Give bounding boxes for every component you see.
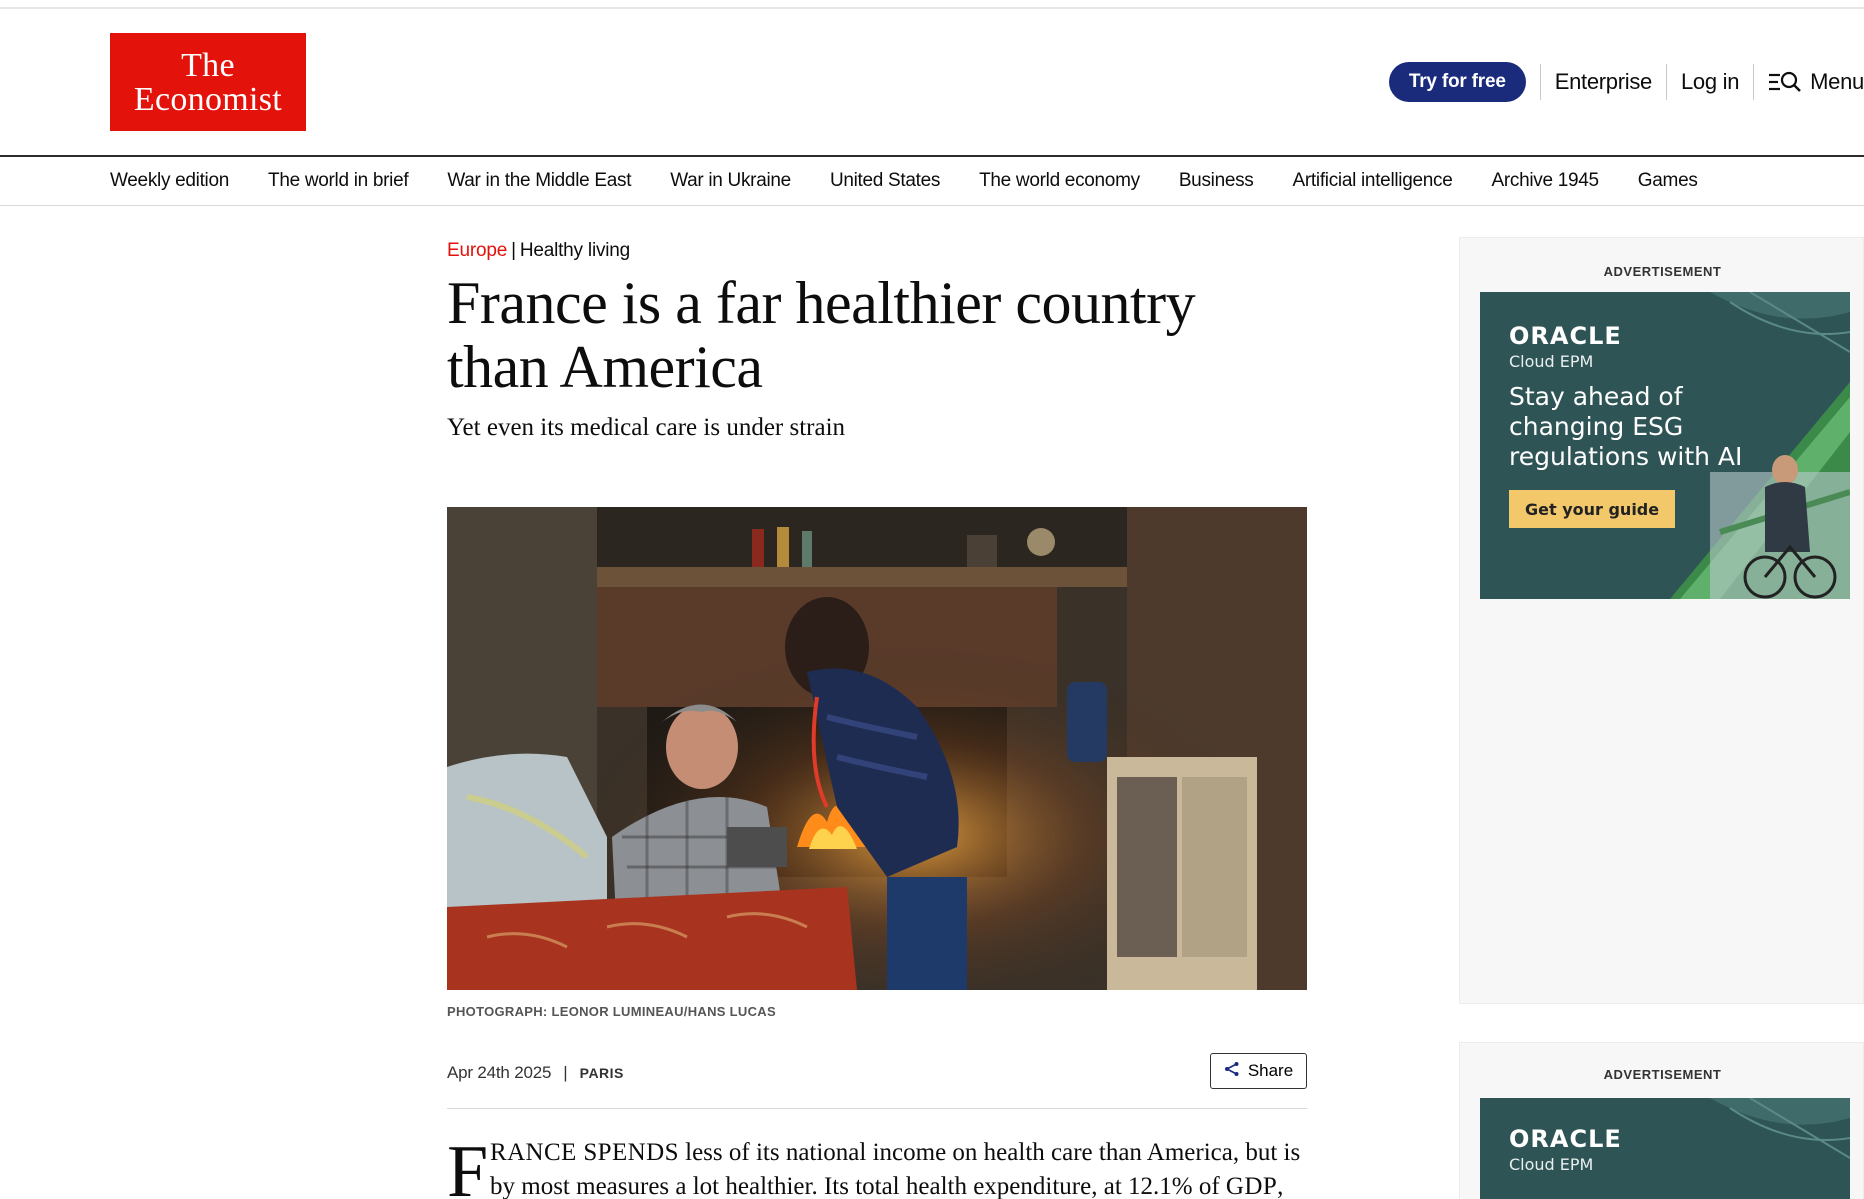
oracle-logo: ORACLE [1509,322,1622,350]
divider [1666,64,1667,100]
ad-label: ADVERTISEMENT [1603,264,1722,279]
meta-divider: | [563,1063,568,1082]
kicker-divider: | [511,240,516,261]
section-link[interactable]: Europe [447,240,507,261]
article-meta: Apr 24th 2025 | PARIS [447,1063,624,1083]
nav-rule [0,205,1864,206]
nav-item-weekly-edition[interactable]: Weekly edition [110,170,229,192]
ad-label: ADVERTISEMENT [1603,1067,1722,1082]
logo-line-1: The [181,47,235,84]
lead-smallcaps: RANCE SPENDS [490,1139,679,1166]
header-actions: Try for free Enterprise Log in Menu [1388,61,1864,103]
sidebar-ad-2: ADVERTISEMENT ORACLE Cloud EPM [1459,1042,1864,1199]
oracle-logo: ORACLE [1509,1125,1622,1153]
body-line-1: RANCE SPENDS less of its national income… [490,1136,1300,1170]
economist-logo[interactable]: The Economist [110,33,306,131]
nav-item-artificial-intelligence[interactable]: Artificial intelligence [1293,170,1453,192]
body-text-2: by most measures a lot healthier. Its to… [490,1173,1226,1199]
article-rule [447,1108,1307,1109]
article-photo [447,507,1307,990]
article-date: Apr 24th 2025 [447,1063,552,1082]
sidebar-ad-1: ADVERTISEMENT ORACLE Cloud EPM Stay ahea… [1459,237,1864,1004]
ad-headline: Stay ahead of changing ESG regulations w… [1509,382,1743,471]
section-nav: Weekly edition The world in brief War in… [110,157,1737,205]
try-for-free-button[interactable]: Try for free [1388,62,1526,102]
divider [1753,64,1755,100]
nav-item-games[interactable]: Games [1638,170,1698,192]
login-link[interactable]: Log in [1681,69,1739,95]
oracle-ad-banner[interactable]: ORACLE Cloud EPM [1480,1098,1850,1199]
ad-product: Cloud EPM [1509,1155,1594,1174]
article-standfirst: Yet even its medical care is under strai… [447,414,846,441]
menu-label: Menu [1810,69,1864,94]
share-button[interactable]: Share [1210,1053,1307,1089]
divider [1539,64,1541,100]
gdp-smallcaps: GDP [1225,1173,1278,1199]
body-line-2: by most measures a lot healthier. Its to… [490,1170,1283,1199]
nav-item-world-economy[interactable]: The world economy [979,170,1140,192]
nav-item-united-states[interactable]: United States [830,170,940,192]
ad-product: Cloud EPM [1509,352,1594,371]
menu-search-icon [1768,70,1802,94]
topic-link[interactable]: Healthy living [520,240,630,261]
drop-cap: F [447,1131,489,1199]
lead-text: less of its national income on health ca… [678,1139,1301,1166]
nav-item-world-in-brief[interactable]: The world in brief [268,170,409,192]
ad-cta-button[interactable]: Get your guide [1509,490,1676,528]
article-headline: France is a far healthier country than A… [447,270,1196,400]
share-label: Share [1247,1061,1294,1080]
oracle-ad-banner[interactable]: ORACLE Cloud EPM Stay ahead of changing … [1480,292,1850,599]
logo-line-2: Economist [133,81,283,118]
site-header: The Economist Try for free Enterprise Lo… [0,9,1864,157]
nav-item-business[interactable]: Business [1179,170,1254,192]
nav-item-archive-1945[interactable]: Archive 1945 [1491,170,1599,192]
share-icon [1224,1061,1240,1082]
article-location: PARIS [579,1065,624,1081]
body-text-2-end: , [1277,1173,1284,1199]
menu-button[interactable]: Menu [1768,69,1864,95]
enterprise-link[interactable]: Enterprise [1555,69,1653,95]
nav-item-war-middle-east[interactable]: War in the Middle East [447,170,631,192]
photo-credit: PHOTOGRAPH: LEONOR LUMINEAU/HANS LUCAS [447,1004,776,1019]
article-kicker: Europe | Healthy living [447,240,630,262]
nav-item-war-ukraine[interactable]: War in Ukraine [670,170,791,192]
